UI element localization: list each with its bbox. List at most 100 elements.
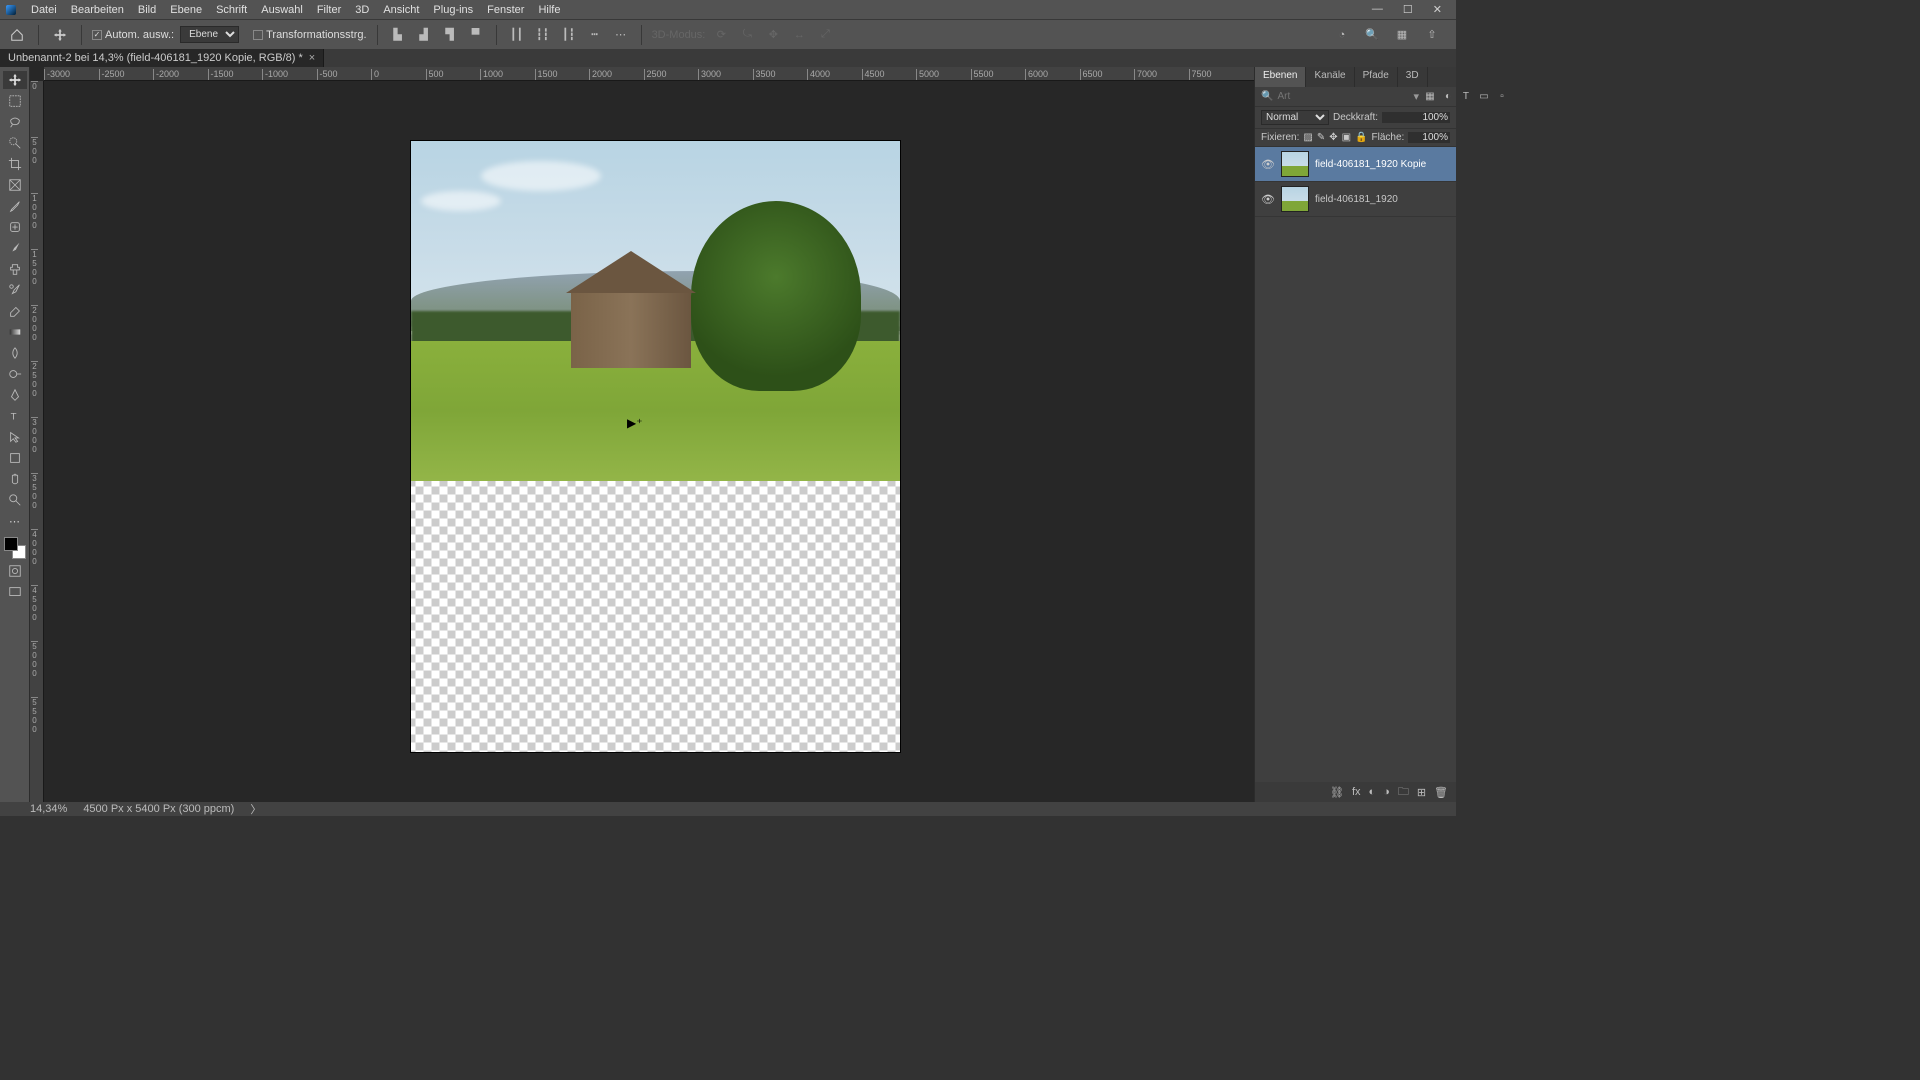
share-button[interactable]: ⇧ <box>1422 25 1442 45</box>
color-swatches[interactable] <box>4 537 26 559</box>
menu-auswahl[interactable]: Auswahl <box>254 2 310 18</box>
filter-dropdown-icon[interactable]: ▾ <box>1413 90 1419 103</box>
canvas-area[interactable]: -3000-2500-2000-1500-1000-50005001000150… <box>30 67 1254 802</box>
distribute-right-button[interactable]: ┃┇ <box>559 25 579 45</box>
lasso-tool[interactable] <box>3 113 27 131</box>
doc-info-menu[interactable]: 〉 <box>250 801 261 817</box>
layer-name[interactable]: field-406181_1920 <box>1315 194 1398 205</box>
link-layers-icon[interactable]: ⛓ <box>1330 786 1344 799</box>
search-button[interactable]: 🔍 <box>1362 25 1382 45</box>
shape-tool[interactable] <box>3 449 27 467</box>
blend-mode-select[interactable]: Normal <box>1261 110 1329 125</box>
layer-style-icon[interactable]: fx <box>1352 786 1361 798</box>
zoom-tool[interactable] <box>3 491 27 509</box>
eraser-tool[interactable] <box>3 302 27 320</box>
layer-filter-input[interactable] <box>1277 91 1409 102</box>
menu-hilfe[interactable]: Hilfe <box>531 2 567 18</box>
auto-select-target[interactable]: Ebene <box>180 26 239 43</box>
spot-heal-tool[interactable] <box>3 218 27 236</box>
adjustment-layer-icon[interactable]: ◑ <box>1383 786 1390 798</box>
quick-selection-tool[interactable] <box>3 134 27 152</box>
crop-tool[interactable] <box>3 155 27 173</box>
vertical-ruler[interactable]: 0500100015002000250030003500400045005000… <box>30 81 44 802</box>
horizontal-ruler[interactable]: -3000-2500-2000-1500-1000-50005001000150… <box>44 67 1254 81</box>
cloud-docs-button[interactable]: ◔ <box>1332 25 1352 45</box>
hand-tool[interactable] <box>3 470 27 488</box>
menu-3d[interactable]: 3D <box>348 2 376 18</box>
menu-filter[interactable]: Filter <box>310 2 348 18</box>
zoom-level[interactable]: 14,34% <box>30 803 67 815</box>
menu-fenster[interactable]: Fenster <box>480 2 531 18</box>
layer-name[interactable]: field-406181_1920 Kopie <box>1315 159 1426 170</box>
filter-smart-icon[interactable]: ▫ <box>1495 91 1509 102</box>
layer-visibility-icon[interactable]: 👁 <box>1261 158 1275 171</box>
transform-controls-option[interactable]: Transformationsstrg. <box>253 29 366 41</box>
menu-schrift[interactable]: Schrift <box>209 2 254 18</box>
menu-ebene[interactable]: Ebene <box>163 2 209 18</box>
blur-tool[interactable] <box>3 344 27 362</box>
doc-info[interactable]: 4500 Px x 5400 Px (300 ppcm) <box>83 803 234 815</box>
menu-ansicht[interactable]: Ansicht <box>376 2 426 18</box>
document-tab[interactable]: Unbenannt-2 bei 14,3% (field-406181_1920… <box>0 49 324 67</box>
lock-image-icon[interactable]: ✎ <box>1317 132 1325 143</box>
layer-mask-icon[interactable]: ◐ <box>1369 786 1376 798</box>
align-right-edges-button[interactable]: ▜ <box>440 25 460 45</box>
layer-row[interactable]: 👁 field-406181_1920 <box>1255 182 1456 217</box>
lock-artboard-icon[interactable]: ▣ <box>1342 132 1351 143</box>
marquee-tool[interactable] <box>3 92 27 110</box>
dodge-tool[interactable] <box>3 365 27 383</box>
pen-tool[interactable] <box>3 386 27 404</box>
screen-mode-button[interactable] <box>3 583 27 601</box>
new-layer-icon[interactable]: ⊞ <box>1417 786 1426 799</box>
gradient-tool[interactable] <box>3 323 27 341</box>
panel-tab-3d[interactable]: 3D <box>1398 67 1428 87</box>
maximize-button[interactable]: ☐ <box>1399 3 1417 16</box>
quick-mask-button[interactable] <box>3 562 27 580</box>
minimize-button[interactable]: — <box>1368 3 1387 16</box>
transform-controls-checkbox[interactable] <box>253 30 263 40</box>
frame-tool[interactable] <box>3 176 27 194</box>
lock-transparent-icon[interactable]: ▨ <box>1303 132 1312 143</box>
menu-datei[interactable]: Datei <box>24 2 64 18</box>
panel-tab-ebenen[interactable]: Ebenen <box>1255 67 1306 87</box>
delete-layer-icon[interactable]: 🗑 <box>1434 786 1448 799</box>
auto-select-checkbox[interactable] <box>92 30 102 40</box>
clone-stamp-tool[interactable] <box>3 260 27 278</box>
distribute-vcenter-button[interactable]: ┅ <box>585 25 605 45</box>
document-tab-close[interactable]: × <box>309 52 315 64</box>
distribute-hcenter-button[interactable]: ┇┇ <box>533 25 553 45</box>
close-button[interactable]: ✕ <box>1429 3 1446 16</box>
move-tool[interactable] <box>3 71 27 89</box>
menu-bearbeiten[interactable]: Bearbeiten <box>64 2 131 18</box>
auto-select-option[interactable]: Autom. ausw.: <box>92 29 174 41</box>
lock-all-icon[interactable]: 🔒 <box>1355 132 1367 143</box>
document-canvas[interactable] <box>411 141 900 752</box>
align-horizontal-centers-button[interactable]: ▟ <box>414 25 434 45</box>
filter-adjust-icon[interactable]: ◐ <box>1441 91 1455 102</box>
panel-tab-pfade[interactable]: Pfade <box>1355 67 1398 87</box>
brush-tool[interactable] <box>3 239 27 257</box>
foreground-color-swatch[interactable] <box>4 537 18 551</box>
workspace-switcher-button[interactable]: ▦ <box>1392 25 1412 45</box>
move-tool-indicator[interactable] <box>49 24 71 46</box>
more-align-button[interactable]: ⋯ <box>611 25 631 45</box>
layer-row[interactable]: 👁 field-406181_1920 Kopie <box>1255 147 1456 182</box>
panel-tab-kanäle[interactable]: Kanäle <box>1306 67 1354 87</box>
layer-thumbnail[interactable] <box>1281 186 1309 212</box>
opacity-input[interactable] <box>1382 112 1450 123</box>
layer-thumbnail[interactable] <box>1281 151 1309 177</box>
eyedropper-tool[interactable] <box>3 197 27 215</box>
lock-position-icon[interactable]: ✥ <box>1329 132 1337 143</box>
distribute-left-button[interactable]: ┃┃ <box>507 25 527 45</box>
align-top-edges-button[interactable]: ▀ <box>466 25 486 45</box>
filter-pixel-icon[interactable]: ▦ <box>1423 91 1437 102</box>
fill-input[interactable] <box>1408 132 1450 143</box>
filter-type-icon[interactable]: T <box>1459 91 1473 102</box>
layer-group-icon[interactable]: 🗀 <box>1398 783 1409 802</box>
align-left-edges-button[interactable]: ▙ <box>388 25 408 45</box>
layer-visibility-icon[interactable]: 👁 <box>1261 193 1275 206</box>
path-selection-tool[interactable] <box>3 428 27 446</box>
home-button[interactable] <box>6 24 28 46</box>
type-tool[interactable]: T <box>3 407 27 425</box>
filter-shape-icon[interactable]: ▭ <box>1477 91 1491 102</box>
